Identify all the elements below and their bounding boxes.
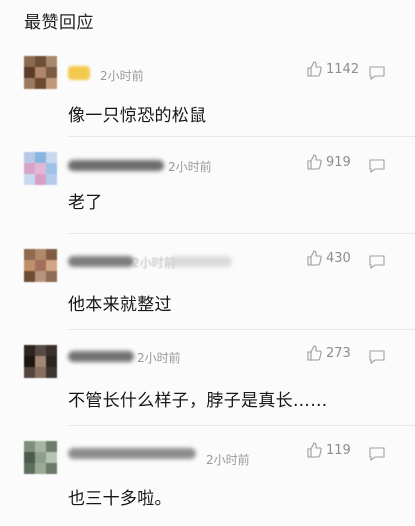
like-button[interactable]: 430 <box>306 250 351 266</box>
comment-item: 2小时前 430 他本来就整过 <box>0 244 415 334</box>
like-count: 1142 <box>326 61 360 77</box>
thumbs-up-icon <box>307 61 322 77</box>
comment-icon[interactable] <box>368 158 386 174</box>
username <box>68 160 164 171</box>
comment-text: 老了 <box>68 193 103 213</box>
comment-icon[interactable] <box>368 349 386 365</box>
thumbs-up-icon <box>307 250 322 266</box>
comment-text: 不管长什么样子，脖子是真长…… <box>68 391 328 411</box>
comment-time: 2小时前 <box>137 351 181 365</box>
username <box>68 448 196 459</box>
like-count: 430 <box>326 250 351 266</box>
thumbs-up-icon <box>307 154 322 170</box>
like-button[interactable]: 1142 <box>306 61 359 77</box>
comment-item: 2小时前 919 老了 <box>0 148 415 238</box>
comment-text: 他本来就整过 <box>68 295 172 315</box>
like-count: 273 <box>326 345 351 361</box>
comment-icon[interactable] <box>368 446 386 462</box>
divider <box>68 136 415 137</box>
like-count: 119 <box>326 442 351 458</box>
avatar[interactable] <box>24 249 58 283</box>
comment-text: 像一只惊恐的松鼠 <box>68 106 207 126</box>
like-button[interactable]: 119 <box>306 442 351 458</box>
username <box>68 351 134 362</box>
comment-text: 也三十多啦。 <box>68 489 172 509</box>
avatar[interactable] <box>24 56 58 90</box>
avatar[interactable] <box>24 441 58 475</box>
username-blur-trail <box>170 256 232 267</box>
comment-item: 2小时前 119 也三十多啦。 <box>0 436 415 526</box>
comment-time: 2小时前 <box>206 453 250 467</box>
like-button[interactable]: 273 <box>306 345 351 361</box>
divider <box>68 425 415 426</box>
divider <box>68 233 415 234</box>
divider <box>68 329 415 330</box>
comment-item: 2小时前 273 不管长什么样子，脖子是真长…… <box>0 339 415 429</box>
comment-time: 2小时前 <box>100 69 144 83</box>
comment-time: 2小时前 <box>168 160 212 174</box>
username-badge <box>68 66 90 80</box>
thumbs-up-icon <box>307 442 322 458</box>
like-button[interactable]: 919 <box>306 154 351 170</box>
comment-icon[interactable] <box>368 254 386 270</box>
avatar[interactable] <box>24 152 58 186</box>
comment-icon[interactable] <box>368 65 386 81</box>
comment-item: 2小时前 1142 像一只惊恐的松鼠 <box>0 52 415 142</box>
like-count: 919 <box>326 154 351 170</box>
username <box>68 256 134 267</box>
thumbs-up-icon <box>307 345 322 361</box>
avatar[interactable] <box>24 345 58 379</box>
section-title: 最赞回应 <box>24 13 94 33</box>
